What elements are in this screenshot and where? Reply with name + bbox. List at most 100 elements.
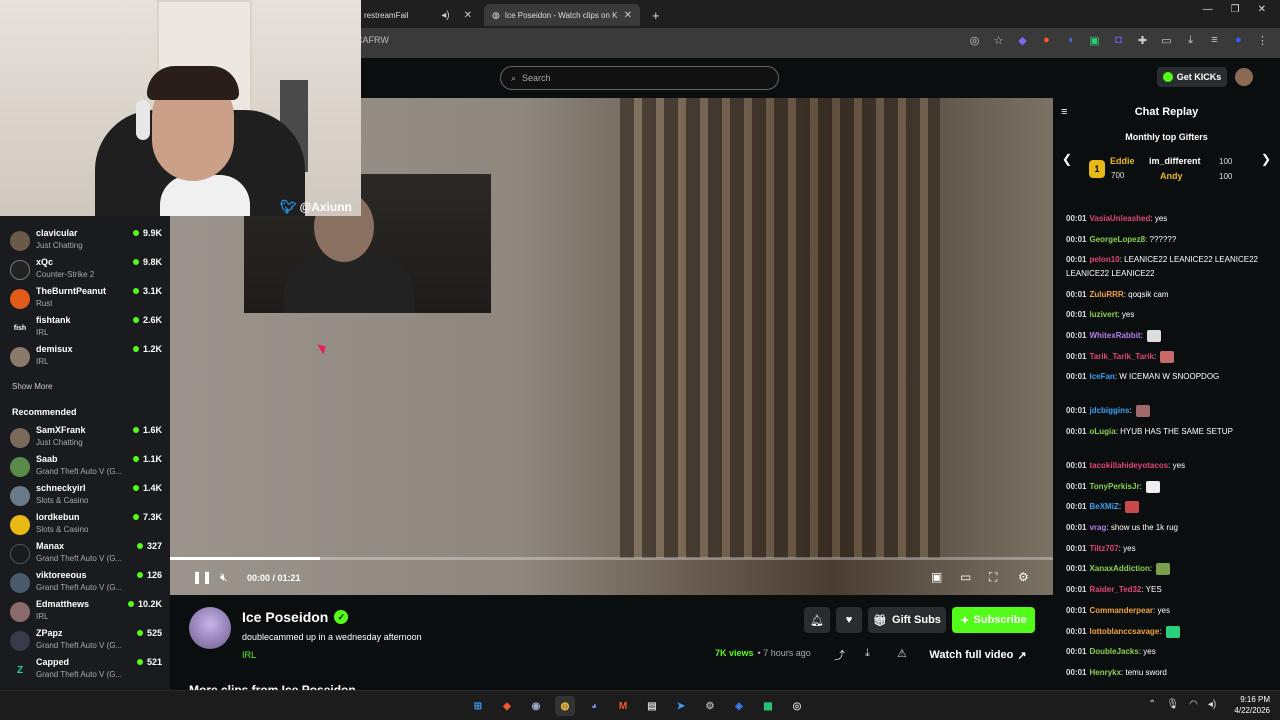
chat-username[interactable]: jdcbiggins [1089,406,1129,415]
watch-full-video-button[interactable]: Watch full video ↗ [922,645,1034,665]
chat-username[interactable]: tacokillahideyotacos [1089,461,1168,470]
sidebar-item-xqc[interactable]: xQc Counter-Strike 2 9.8K [10,257,162,283]
tab-restreamfail[interactable]: restreamFail ◂) ✕ [356,4,480,26]
settings-gear-icon[interactable]: ⚙ [700,696,720,716]
chat-username[interactable]: Tiltz707 [1089,544,1118,553]
media-icon[interactable]: ≡ [1207,34,1222,47]
wifi-icon[interactable]: ◠ [1189,699,1198,710]
report-warning-icon[interactable]: ⚠ [897,647,907,660]
chevron-left-icon[interactable]: ❮ [1062,152,1072,166]
chat-username[interactable]: lottoblanccsavage [1089,627,1159,636]
chat-username[interactable]: luzivert [1089,310,1117,319]
chat-username[interactable]: BeXMiZ [1089,502,1118,511]
sidebar-item-viktoreeous[interactable]: viktoreeous Grand Theft Auto V (G... 126 [10,570,162,596]
chat-username[interactable]: pelon10 [1089,255,1119,264]
eye-off-icon[interactable]: ◎ [967,34,982,47]
extension-icon[interactable]: ◘ [1111,34,1126,47]
gift-subs-button[interactable]: 🎁︎ Gift Subs [868,607,946,633]
chat-username[interactable]: DoubleJacks [1089,647,1138,656]
download-icon[interactable]: ⤓ [1183,34,1198,47]
chat-username[interactable]: WhitexRabbit [1089,331,1140,340]
notepad-icon[interactable]: ▦ [758,696,778,716]
mute-icon[interactable]: 🔇︎ [220,570,228,585]
bookmark-star-icon[interactable]: ☆ [991,34,1006,47]
theater-icon[interactable]: ▭ [960,570,971,584]
pip-icon[interactable]: ▣ [931,570,942,584]
chat-username[interactable]: VasiaUnleashed [1089,214,1150,223]
user-avatar[interactable] [1235,68,1253,86]
telegram-icon[interactable]: ➤ [671,696,691,716]
close-tab-icon[interactable]: ✕ [464,10,472,21]
pause-icon[interactable]: ❚❚ [192,570,212,584]
clock[interactable]: 9:16 PM 4/22/2026 [1226,694,1270,716]
chevron-right-icon[interactable]: ❯ [1261,152,1271,166]
windows-start-icon[interactable]: ⊞ [468,696,488,716]
show-more-link[interactable]: Show More [12,382,52,391]
chrome-icon[interactable]: ◍ [555,696,575,716]
download-icon[interactable]: ⤓ [865,647,870,660]
channel-name[interactable]: Ice Poseidon [242,609,328,625]
microphone-icon[interactable]: 🎙︎ [1166,699,1179,710]
volume-icon[interactable]: ◂) [1208,699,1216,710]
extension-icon[interactable]: ▣ [1087,34,1102,47]
video-progress-bar[interactable] [170,557,1053,560]
follow-heart-button[interactable]: ♥ [836,607,862,633]
sidebar-item-clavicular[interactable]: clavicular Just Chatting 9.9K [10,228,162,254]
sidebar-item-capped[interactable]: Z Capped Grand Theft Auto V (G... 521 [10,657,162,683]
brave-icon[interactable]: ◆ [497,696,517,716]
app-icon[interactable]: ◈ [729,696,749,716]
collapse-chat-icon[interactable]: ≡ [1061,106,1067,118]
channel-avatar[interactable] [189,607,231,649]
extension-icon[interactable]: ◆ [1015,34,1030,47]
sidebar-item-saab[interactable]: Saab Grand Theft Auto V (G... 1.1K [10,454,162,480]
new-tab-button[interactable]: + [644,4,668,26]
settings-icon[interactable]: ⚙ [1018,570,1029,584]
sidebar-item-theburntpeanut[interactable]: TheBurntPeanut Rust 3.1K [10,286,162,312]
chat-username[interactable]: Raider_Ted32 [1089,585,1141,594]
discord-icon[interactable]: ◕ [584,696,604,716]
share-icon[interactable]: ⤴ [834,647,845,663]
chat-username[interactable]: GeorgeLopez8 [1089,235,1145,244]
sidebar-item-lordkebun[interactable]: lordkebun Slots & Casino 7.3K [10,512,162,538]
gifter-name[interactable]: im_different [1149,156,1201,166]
chat-username[interactable]: oLugia [1089,427,1115,436]
get-kicks-button[interactable]: Get KICKs [1157,67,1227,87]
minimize-icon[interactable]: — [1203,4,1213,15]
obs-icon[interactable]: ◎ [787,696,807,716]
mail-icon[interactable]: M [613,696,633,716]
gifter-name[interactable]: Andy [1160,171,1183,181]
menu-icon[interactable]: ⋮ [1255,34,1270,47]
extension-icon[interactable]: ● [1039,34,1054,47]
puzzle-icon[interactable]: ✚ [1135,34,1150,47]
chevron-up-icon[interactable]: ⌃ [1148,699,1156,710]
search-input[interactable]: ⌕ Search [500,66,779,90]
notification-bell-button[interactable]: 🔔︎ [804,607,830,633]
subscribe-button[interactable]: ✦ Subscribe [952,607,1035,633]
sidebar-item-fishtank[interactable]: fish fishtank IRL 2.6K [10,315,162,341]
gifter-name[interactable]: Eddie [1110,156,1135,166]
sidebar-item-manax[interactable]: Manax Grand Theft Auto V (G... 327 [10,541,162,567]
extension-icon[interactable]: ◖ [1063,34,1078,47]
app-icon[interactable]: ▤ [642,696,662,716]
chat-username[interactable]: Commanderpear [1089,606,1153,615]
fullscreen-icon[interactable]: ⛶ [989,570,997,585]
clip-category[interactable]: IRL [242,650,256,660]
sidebar-item-samxfrank[interactable]: SamXFrank Just Chatting 1.6K [10,425,162,451]
chat-username[interactable]: Tarik_Tarik_Tarik [1089,352,1153,361]
chat-username[interactable]: TonyPerkisJr [1089,482,1139,491]
sidebar-item-edmatthews[interactable]: Edmatthews IRL 10.2K [10,599,162,625]
steam-icon[interactable]: ◉ [526,696,546,716]
tab-ice-poseidon[interactable]: ◍ Ice Poseidon - Watch clips on K ✕ [484,4,640,26]
close-window-icon[interactable]: ✕ [1258,4,1266,15]
profile-icon[interactable]: ● [1231,34,1246,47]
restore-icon[interactable]: ❐ [1231,4,1240,15]
chat-username[interactable]: vrag [1089,523,1106,532]
chat-username[interactable]: IceFan [1089,372,1114,381]
cast-icon[interactable]: ▭ [1159,34,1174,47]
sidebar-item-zpapz[interactable]: ZPapz Grand Theft Auto V (G... 525 [10,628,162,654]
sidebar-item-schneckyirl[interactable]: schneckyirl Slots & Casino 1.4K [10,483,162,509]
close-tab-icon[interactable]: ✕ [624,10,632,21]
chat-username[interactable]: Henrykx [1089,668,1121,677]
chat-username[interactable]: ZuluRRR [1089,290,1123,299]
chat-username[interactable]: XanaxAddiction [1089,564,1149,573]
